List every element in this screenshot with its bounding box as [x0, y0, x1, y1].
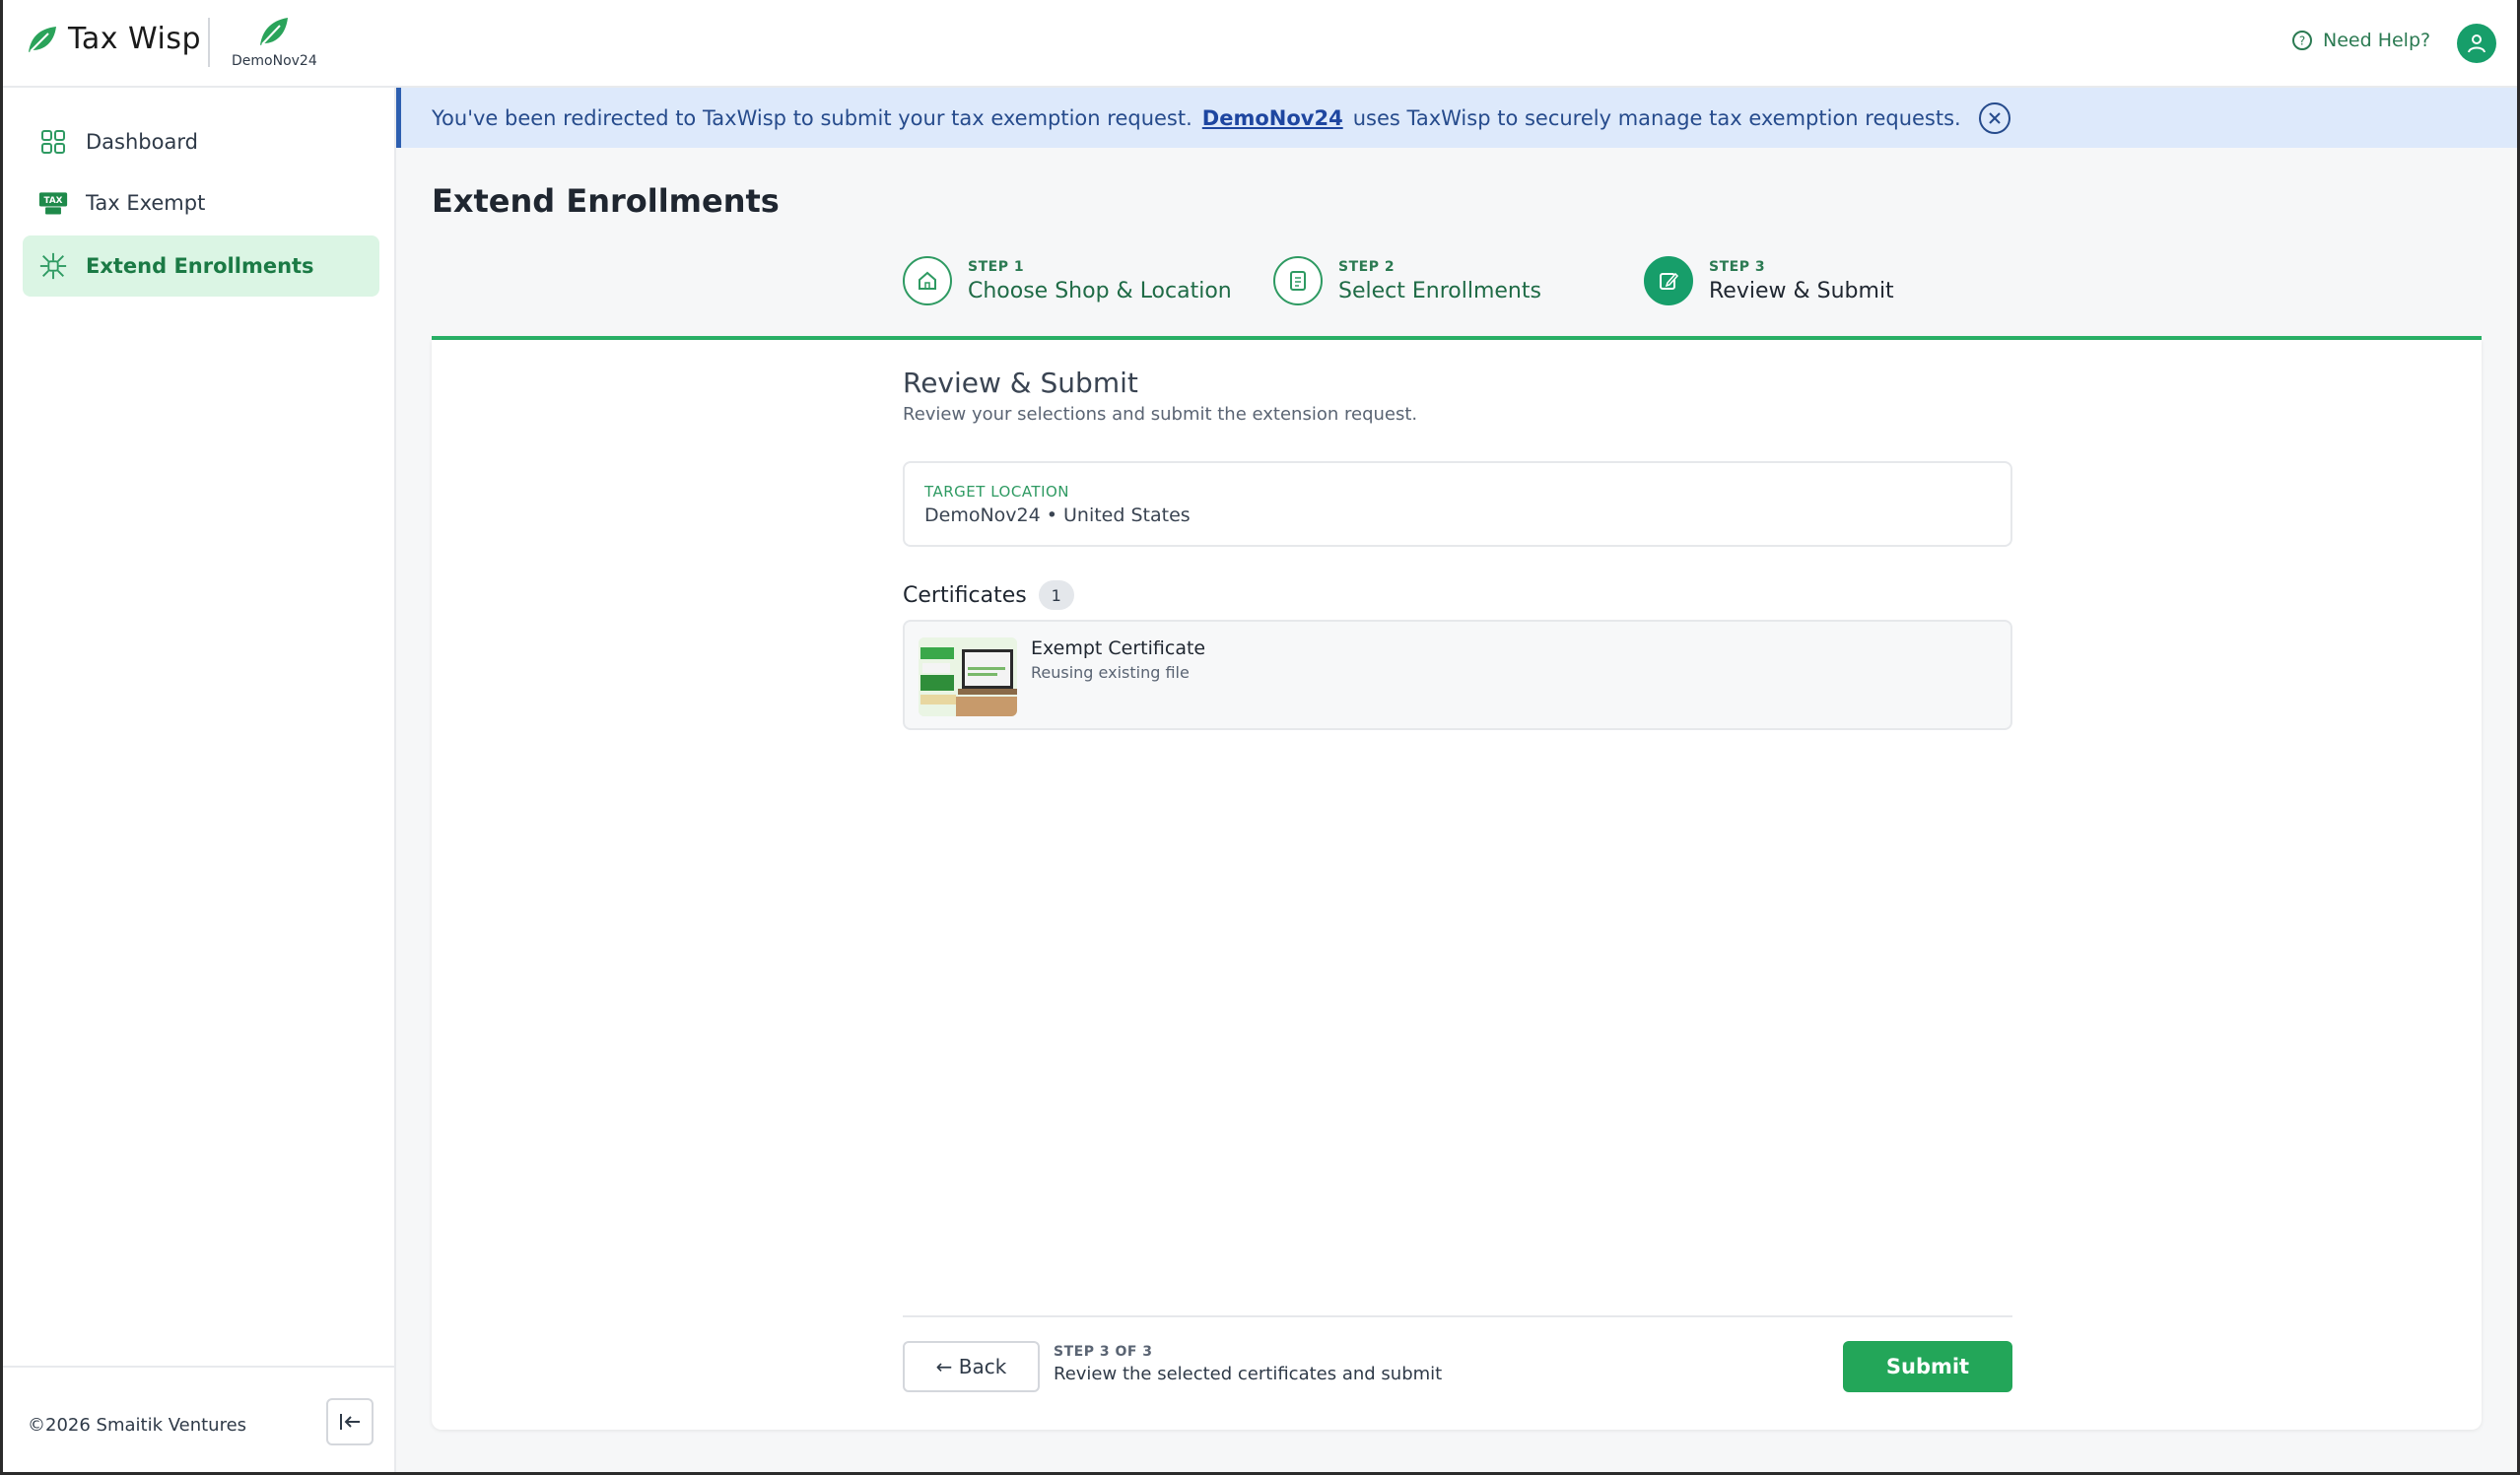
brand-logo[interactable]: Tax Wisp [27, 22, 201, 56]
user-avatar[interactable] [2457, 24, 2496, 63]
document-list-icon [1290, 271, 1306, 291]
banner-shop-link[interactable]: DemoNov24 [1202, 106, 1343, 130]
step-2[interactable]: STEP 2 Select Enrollments [1273, 256, 1541, 305]
certificate-item[interactable]: Exempt Certificate Reusing existing file [903, 620, 2012, 730]
target-location-label: TARGET LOCATION [924, 483, 1070, 501]
banner-close-button[interactable] [1978, 101, 2010, 134]
sidebar-item-label: Extend Enrollments [86, 254, 314, 278]
banner-text-before: You've been redirected to TaxWisp to sub… [432, 105, 1192, 130]
certificates-count-badge: 1 [1038, 580, 1074, 610]
step-1[interactable]: STEP 1 Choose Shop & Location [903, 256, 1232, 305]
grid-icon [38, 127, 68, 157]
step-1-number: STEP 1 [968, 258, 1025, 275]
back-button[interactable]: ← Back [903, 1341, 1040, 1392]
step-meta: STEP 3 OF 3 Review the selected certific… [1054, 1344, 1442, 1384]
collapse-left-icon [340, 1414, 360, 1430]
leaf-logo-icon [29, 26, 56, 52]
review-title: Review & Submit [903, 367, 1138, 399]
step-2-label: Select Enrollments [1338, 278, 1541, 303]
redirect-banner: You've been redirected to TaxWisp to sub… [396, 88, 2517, 148]
sidebar-item-label: Tax Exempt [86, 191, 206, 215]
shop-name: DemoNov24 [232, 53, 317, 69]
shop-switcher[interactable]: DemoNov24 [232, 16, 317, 69]
user-icon [2468, 34, 2486, 53]
sidebar-item-label: Dashboard [86, 130, 198, 154]
close-icon [1989, 111, 2001, 124]
submit-button[interactable]: Submit [1843, 1341, 2012, 1392]
sidebar-item-dashboard[interactable]: Dashboard [23, 111, 379, 172]
certificates-title: Certificates [903, 582, 1027, 608]
network-icon [38, 251, 68, 281]
collapse-sidebar-button[interactable] [326, 1398, 374, 1445]
sidebar-item-extend-enrollments[interactable]: Extend Enrollments [23, 235, 379, 297]
certificate-name: Exempt Certificate [1031, 637, 1206, 659]
tax-badge-icon: TAX [38, 188, 68, 218]
step-1-circle [903, 256, 952, 305]
step-1-label: Choose Shop & Location [968, 278, 1232, 303]
help-circle-icon: ? [2292, 31, 2312, 50]
brand-name: Tax Wisp [68, 22, 202, 56]
step-3-label: Review & Submit [1709, 278, 1894, 303]
shop-leaf-icon [259, 18, 288, 45]
need-help-label: Need Help? [2323, 30, 2431, 51]
home-icon [919, 271, 936, 290]
top-header: Tax Wisp DemoNov24 ? Need Help? [3, 0, 2517, 88]
certificate-note: Reusing existing file [1031, 663, 1190, 682]
copyright-text: ©2026 Smaitik Ventures [28, 1415, 247, 1436]
banner-text-after: uses TaxWisp to securely manage tax exem… [1352, 105, 1961, 130]
target-location-value: DemoNov24 • United States [924, 504, 1191, 526]
sidebar-item-tax-exempt[interactable]: TAX Tax Exempt [23, 172, 379, 234]
svg-text:TAX: TAX [44, 196, 63, 206]
target-location-box: TARGET LOCATION DemoNov24 • United State… [903, 461, 2012, 547]
header-divider [208, 18, 210, 67]
step-2-circle [1273, 256, 1323, 305]
step-3-number: STEP 3 [1709, 258, 1766, 275]
need-help-link[interactable]: ? Need Help? [2291, 30, 2430, 51]
sidebar: Dashboard TAX Tax Exempt Extend Enrollme… [3, 88, 396, 1472]
page-title: Extend Enrollments [432, 182, 780, 220]
step-2-number: STEP 2 [1338, 258, 1396, 275]
edit-icon [1660, 272, 1679, 290]
svg-text:?: ? [2299, 34, 2305, 48]
step-description: Review the selected certificates and sub… [1054, 1364, 1443, 1384]
sidebar-footer: ©2026 Smaitik Ventures [3, 1366, 394, 1472]
step-progress-text: STEP 3 OF 3 [1054, 1344, 1153, 1360]
certificates-heading: Certificates 1 [903, 580, 1074, 610]
review-subtitle: Review your selections and submit the ex… [903, 404, 1418, 425]
footer-divider [903, 1315, 2012, 1317]
certificate-thumbnail [919, 637, 1017, 716]
review-card: Review & Submit Review your selections a… [432, 340, 2482, 1430]
step-3-circle [1644, 256, 1693, 305]
step-3[interactable]: STEP 3 Review & Submit [1644, 256, 1894, 305]
